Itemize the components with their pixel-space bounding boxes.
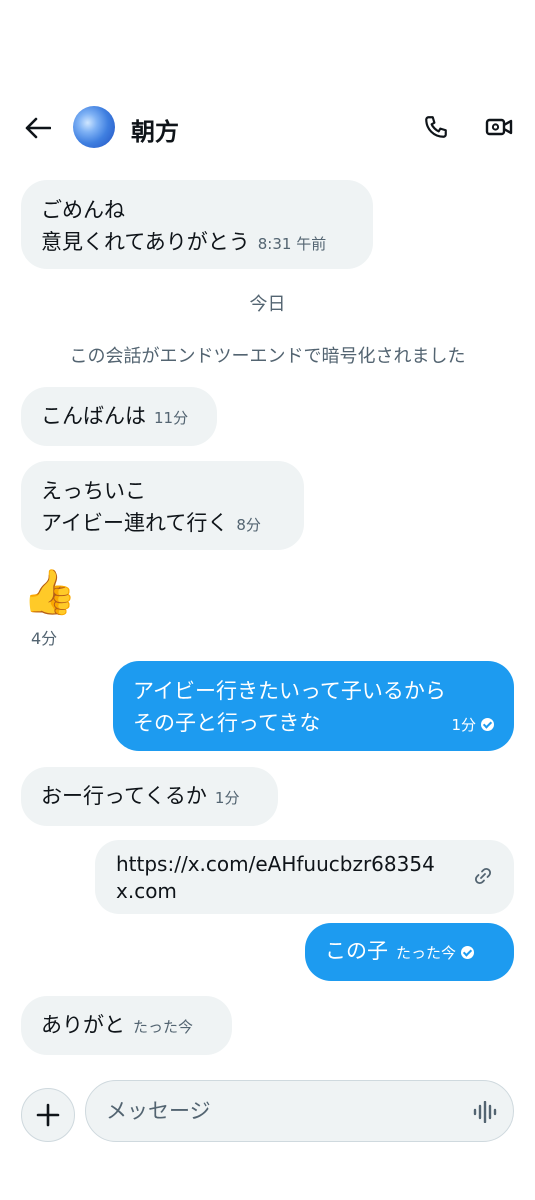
link-icon [473,866,493,886]
message-bubble-outgoing[interactable]: この子 たった今 [305,923,514,981]
message-input-container[interactable] [85,1080,514,1142]
link-url[interactable]: https://x.com/eAHfuucbzr68354 [116,852,435,876]
message-timestamp: 1分 [451,716,476,734]
link-preview-card[interactable]: https://x.com/eAHfuucbzr68354 x.com [95,840,514,914]
phone-icon[interactable] [419,110,453,144]
voice-waveform-icon[interactable] [472,1100,498,1124]
message-composer [0,1080,535,1150]
message-text: ありがと [41,1013,125,1037]
message-timestamp: たった今 [396,944,457,962]
arrow-left-icon[interactable] [22,112,54,144]
message-timestamp: 11分 [154,409,189,427]
sent-check-icon [461,946,475,959]
message-text: おー行ってくるか [41,784,207,808]
message-timestamp: 8:31 午前 [257,235,327,253]
avatar[interactable] [73,106,115,148]
message-bubble-incoming[interactable]: おー行ってくるか 1分 [21,767,278,826]
message-bubble-outgoing[interactable]: アイビー行きたいって子いるから その子と行ってきな 1分 [113,661,514,751]
sent-check-icon [481,718,494,731]
encryption-notice: この会話がエンドツーエンドで暗号化されました [69,346,466,367]
message-timestamp: 4分 [31,629,58,648]
message-timestamp: 1分 [214,789,240,807]
message-text: この子 [325,939,388,963]
message-timestamp: 8分 [236,516,261,534]
message-text: こんばんは [41,404,146,428]
message-text: ごめんね [41,198,125,222]
message-bubble-incoming[interactable]: ごめんね 意見くれてありがとう 8:31 午前 [21,180,373,269]
link-domain: x.com [116,879,177,903]
conversation-header: 朝方 [0,96,535,160]
message-bubble-incoming[interactable]: えっちいこ アイビー連れて行く 8分 [21,461,304,550]
plus-icon[interactable] [21,1088,75,1142]
message-text: えっちいこ [41,479,146,503]
message-text: その子と行ってきな [133,711,321,735]
message-text: アイビー連れて行く [41,511,229,535]
message-timestamp: たった今 [133,1018,194,1036]
video-camera-icon[interactable] [482,110,516,144]
message-input[interactable] [106,1095,446,1127]
message-text: 意見くれてありがとう [41,230,250,254]
message-bubble-incoming[interactable]: ありがと たった今 [21,996,232,1055]
conversation-title[interactable]: 朝方 [131,112,179,147]
message-text: アイビー行きたいって子いるから [133,679,446,703]
day-separator: 今日 [249,294,286,315]
thumbs-up-emoji[interactable]: 👍 [22,568,77,618]
message-bubble-incoming[interactable]: こんばんは 11分 [21,387,217,446]
